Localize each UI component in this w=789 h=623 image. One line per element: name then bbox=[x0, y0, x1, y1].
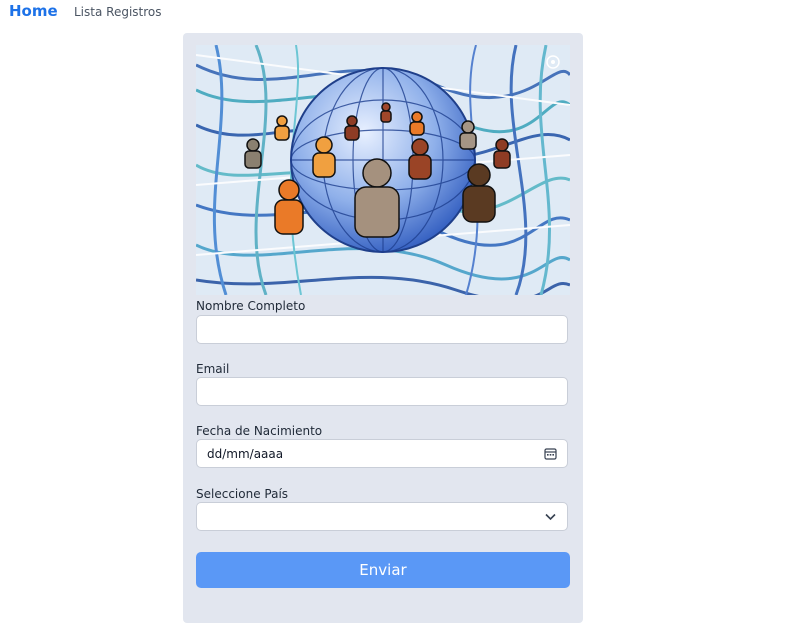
nav-home-link[interactable]: Home bbox=[9, 2, 58, 20]
fecha-label: Fecha de Nacimiento bbox=[196, 424, 323, 438]
fecha-placeholder: dd/mm/aaaa bbox=[207, 447, 284, 461]
pais-label: Seleccione País bbox=[196, 487, 289, 501]
chevron-down-icon bbox=[545, 513, 556, 521]
fecha-field[interactable]: dd/mm/aaaa bbox=[196, 439, 568, 468]
submit-button[interactable]: Enviar bbox=[196, 552, 570, 588]
nombre-field[interactable] bbox=[196, 315, 568, 344]
pais-select[interactable] bbox=[196, 502, 568, 531]
email-field[interactable] bbox=[196, 377, 568, 406]
top-nav: Home Lista Registros bbox=[0, 0, 789, 26]
calendar-icon[interactable] bbox=[544, 447, 557, 460]
hero-image bbox=[196, 45, 570, 295]
nav-registros-link[interactable]: Lista Registros bbox=[74, 5, 162, 19]
globe-people-illustration bbox=[196, 45, 570, 295]
email-label: Email bbox=[196, 362, 230, 376]
registration-card: Nombre Completo Email Fecha de Nacimient… bbox=[183, 33, 583, 623]
nombre-label: Nombre Completo bbox=[196, 299, 306, 313]
